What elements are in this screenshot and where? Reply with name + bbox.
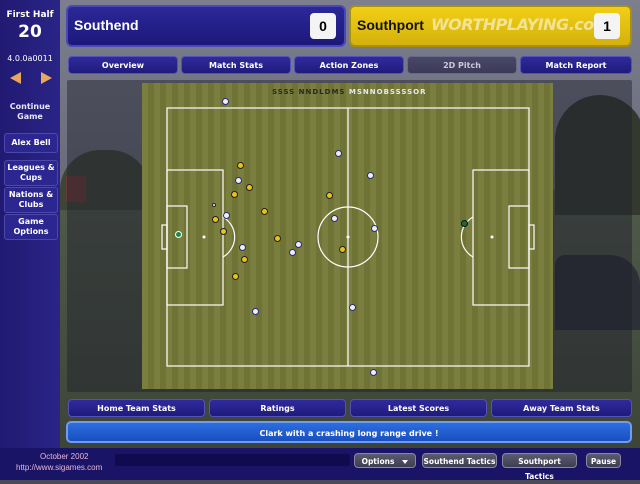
away-player [237,162,244,169]
away-player [246,184,253,191]
pause-button[interactable]: Pause [586,453,621,468]
away-player [326,192,333,199]
left-goal [161,224,168,250]
home-player [235,177,242,184]
home-player [370,369,377,376]
site-watermark: WORTHPLAYING.com [431,15,610,34]
tab-overview[interactable]: Overview [68,56,178,74]
home-player [239,244,246,251]
footer-track [115,454,350,466]
right-goal [528,224,535,250]
match-ball [212,203,216,207]
right-penalty-spot [490,235,494,239]
center-spot [346,235,350,239]
continue-game-button[interactable]: Continue Game [4,102,56,122]
away-team-name: Southport [357,17,424,33]
home-player [349,304,356,311]
sidebar: First Half 20 4.0.0a0011 Continue Game A… [0,0,60,480]
pitch-markings [161,107,535,367]
left-penalty-spot [202,235,206,239]
tab-match-report[interactable]: Match Report [520,56,632,74]
home-player [289,249,296,256]
away-player [220,228,227,235]
leagues-cups-button[interactable]: Leagues & Cups [4,160,58,186]
home-score: 0 [310,13,336,39]
right-penalty-area [472,169,530,306]
away-player [231,191,238,198]
navigation-arrows [10,72,52,84]
match-commentary: Clark with a crashing long range drive ! [66,421,632,443]
game-date: October 2002 [40,452,89,461]
right-six-yard-box [508,205,530,269]
home-team-stats-button[interactable]: Home Team Stats [68,399,205,417]
nations-clubs-button[interactable]: Nations & Clubs [4,187,58,213]
away-player [261,208,268,215]
home-player [371,225,378,232]
away-player [339,246,346,253]
away-goalkeeper [461,220,468,227]
back-arrow-icon[interactable] [10,72,21,84]
tab-match-stats[interactable]: Match Stats [181,56,291,74]
home-player [252,308,259,315]
away-tactics-button[interactable]: Southport Tactics [502,453,577,481]
away-team-stats-button[interactable]: Away Team Stats [491,399,632,417]
ratings-button[interactable]: Ratings [209,399,346,417]
latest-scores-button[interactable]: Latest Scores [350,399,487,417]
home-player [222,98,229,105]
left-penalty-arc [222,216,236,258]
tab-action-zones[interactable]: Action Zones [294,56,404,74]
home-tactics-button[interactable]: Southend Tactics [422,453,497,468]
forward-arrow-icon[interactable] [41,72,52,84]
home-player [295,241,302,248]
tab-2d-pitch[interactable]: 2D Pitch [407,56,517,74]
away-player [241,256,248,263]
away-player [274,235,281,242]
away-player [232,273,239,280]
day-number: 20 [18,22,42,42]
home-player [331,215,338,222]
version-label: 4.0.0a0011 [7,54,53,63]
home-goalkeeper [175,231,182,238]
left-penalty-area [166,169,224,306]
options-dropdown[interactable]: Options [354,453,416,468]
home-scoreboard: Southend 0 [66,5,346,47]
sigames-link[interactable]: http://www.sigames.com [16,463,102,472]
home-player [335,150,342,157]
manager-profile-button[interactable]: Alex Bell [4,133,58,153]
home-team-name: Southend [74,17,139,33]
away-player [212,216,219,223]
match-half-label: First Half [6,10,54,20]
away-score: 1 [594,13,620,39]
game-options-button[interactable]: Game Options [4,214,58,240]
chevron-down-icon [402,460,409,464]
2d-pitch: SSSS NNDLDMS MSNNOBSSSSOR [142,83,553,389]
home-player [223,212,230,219]
away-scoreboard: Southport WORTHPLAYING.com 1 [349,5,632,47]
home-player [367,172,374,179]
